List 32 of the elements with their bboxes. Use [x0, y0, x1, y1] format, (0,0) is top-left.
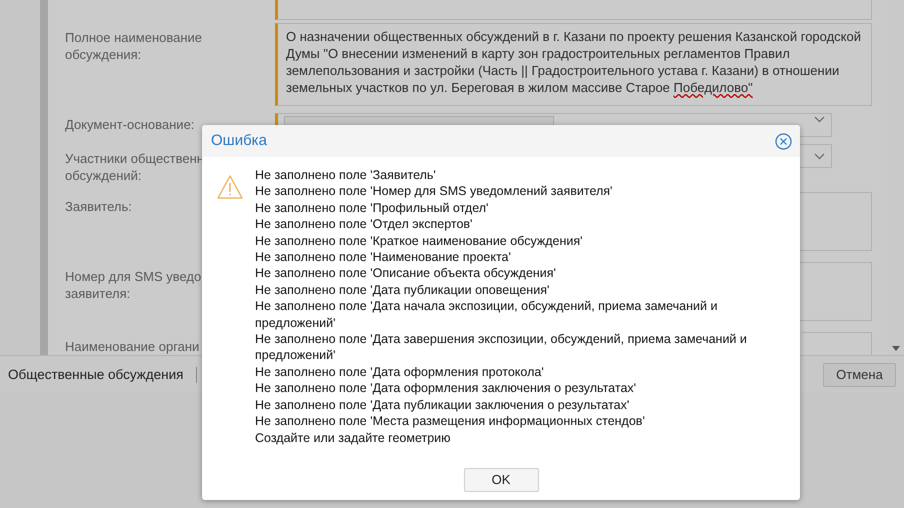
error-message: Не заполнено поле 'Дата публикации заключения о результатах'	[255, 396, 630, 414]
field-label: Документ-основание:	[65, 117, 194, 132]
error-message: Не заполнено поле 'Наименование проекта'	[255, 249, 511, 266]
field-label: Участники общественн обсуждений:	[65, 151, 204, 183]
error-message: Не заполнено поле 'Дата оформления протокола'	[255, 364, 544, 380]
scroll-down-icon[interactable]	[892, 346, 900, 351]
dialog-title: Ошибка	[211, 130, 267, 151]
error-message: Не заполнено поле 'Краткое наименование обсуждения'	[255, 232, 582, 250]
error-message: Создайте или задайте геометрию	[255, 430, 451, 446]
error-message: Не заполнено поле 'Дата завершения экспозиции, обсуждений, приема замечаний и предложений'	[255, 331, 748, 364]
warning-icon	[217, 175, 243, 199]
close-icon[interactable]	[775, 132, 792, 150]
error-message: Не заполнено поле 'Заявитель'	[255, 167, 436, 184]
field-label: Номер для SMS уведо заявителя:	[65, 269, 202, 301]
ok-button[interactable]: OK	[464, 468, 538, 492]
error-message: Не заполнено поле 'Дата публикации оповещения'	[255, 282, 550, 298]
field-label: Наименование органи	[65, 339, 200, 354]
error-message: Не заполнено поле 'Описание объекта обсуждения'	[255, 265, 556, 282]
panel-splitter[interactable]	[40, 0, 48, 355]
chevron-down-icon	[814, 152, 825, 160]
field-label: Полное наименование обсуждения:	[65, 30, 202, 62]
error-message: Не заполнено поле 'Номер для SMS уведомлений заявителя'	[255, 183, 612, 200]
error-message: Не заполнено поле 'Дата начала экспозиции, обсуждений, приема замечаний и предложений'	[255, 298, 718, 332]
field-label: Заявитель:	[65, 199, 132, 214]
cancel-button[interactable]: Отмена	[823, 362, 896, 386]
section-title: Общественные обсуждения	[8, 366, 196, 382]
error-message: Не заполнено поле 'Профильный отдел'	[255, 200, 488, 216]
text-field[interactable]: О назначении общественных обсуждений в г. Казани по проекту решения Казанской городской Думы "О внесении изменений в карту зон градостроительных регламентов Правил землепользования и застройки (Часть || Градостроительного устава г. Казани) в отношении земельных участков по ул. Береговая в жилом массиве Старое Победилово"	[275, 23, 872, 106]
error-message: Не заполнено поле 'Дата оформления заключения о результатах'	[255, 380, 636, 397]
error-message: Не заполнено поле 'Отдел экспертов'	[255, 216, 472, 233]
chevron-down-icon	[814, 116, 825, 123]
error-message: Не заполнено поле 'Места размещения информационных стендов'	[255, 413, 645, 430]
